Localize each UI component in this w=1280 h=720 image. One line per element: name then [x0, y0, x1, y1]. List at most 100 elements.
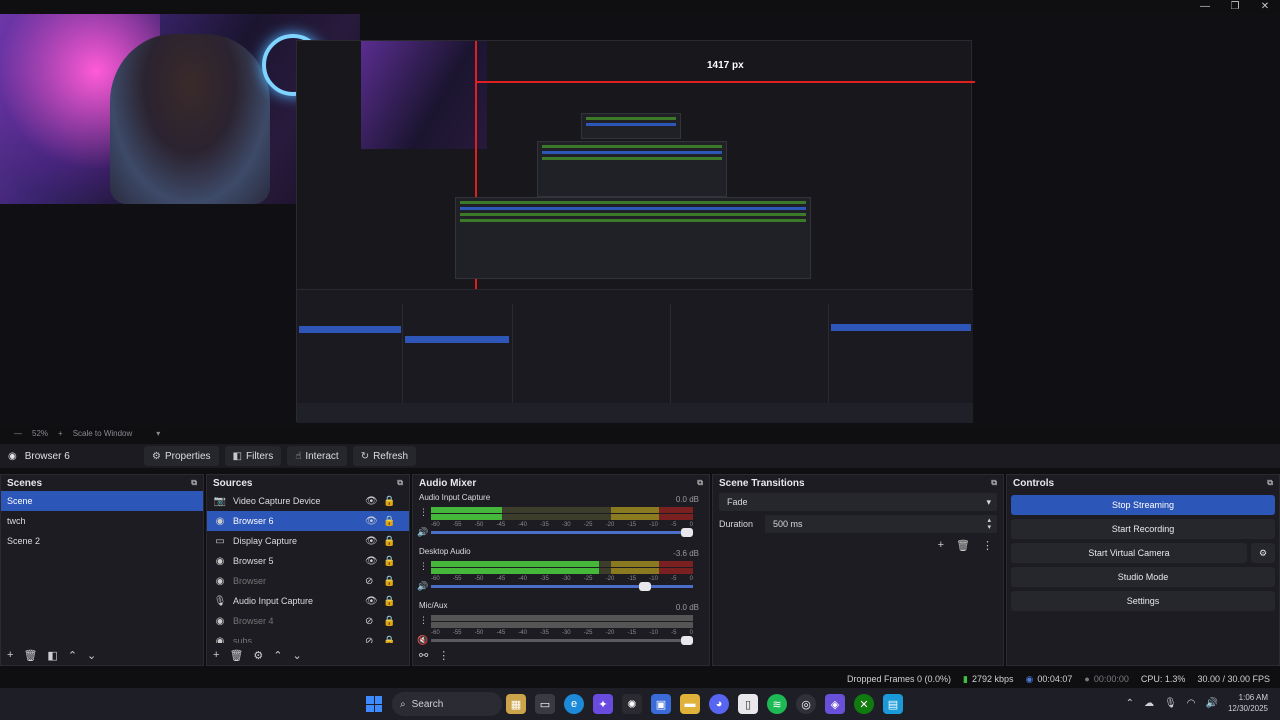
minimize-icon[interactable]: —	[1190, 0, 1220, 14]
obs-icon[interactable]: ◎	[796, 694, 816, 714]
clock[interactable]: 1:06 AM 12/30/2025	[1228, 692, 1268, 714]
source-item[interactable]: ▭ Display Capture 👁 🔒	[207, 531, 409, 551]
mic-icon[interactable]: 🎙	[1164, 698, 1177, 709]
speaker-icon[interactable]: 🔊	[1206, 698, 1218, 709]
speaker-icon[interactable]: 🔊	[417, 527, 428, 538]
speaker-icon[interactable]: 🔊	[417, 581, 428, 592]
source-item[interactable]: 📷 Video Capture Device 👁 🔒	[207, 491, 409, 511]
volume-slider[interactable]	[431, 636, 693, 645]
chevron-up-icon[interactable]: ⌃	[68, 649, 77, 662]
eye-icon[interactable]: 👁	[365, 496, 378, 507]
duration-input[interactable]: 500 ms ▴ ▾	[765, 515, 997, 533]
volume-knob[interactable]	[681, 636, 693, 645]
source-item[interactable]: ◉ Browser ⊘ 🔒	[207, 571, 409, 591]
trash-icon[interactable]: 🗑	[229, 649, 243, 662]
eye-hidden-icon[interactable]: ⊘	[365, 616, 373, 627]
menu-icon[interactable]: ⋮	[419, 561, 428, 572]
menu-icon[interactable]: ⋮	[419, 615, 428, 626]
eye-icon[interactable]: 👁	[365, 556, 378, 567]
properties-button[interactable]: ⚙ Properties	[144, 446, 219, 466]
chevron-down-icon[interactable]: ⌄	[87, 649, 96, 662]
menu-icon[interactable]: ⋮	[419, 507, 428, 518]
popout-icon[interactable]: ⧉	[1267, 478, 1273, 488]
eye-icon[interactable]: 👁	[365, 536, 378, 547]
app-blue-icon[interactable]: ▤	[883, 694, 903, 714]
start-recording-button[interactable]: Start Recording	[1011, 519, 1275, 539]
discord-icon[interactable]: ◕	[709, 694, 729, 714]
eye-icon[interactable]: 👁	[365, 596, 378, 607]
source-item[interactable]: 🎙 Audio Input Capture 👁 🔒	[207, 591, 409, 611]
volume-slider[interactable]	[431, 528, 693, 537]
chevron-down-icon[interactable]: ⌄	[293, 649, 302, 662]
popout-icon[interactable]: ⧉	[991, 478, 997, 488]
store-icon[interactable]: ▣	[651, 694, 671, 714]
trash-icon[interactable]: 🗑	[956, 539, 970, 552]
chevron-up-icon[interactable]: ⌃	[1126, 698, 1134, 709]
volume-slider[interactable]	[431, 582, 693, 591]
filters-button[interactable]: ◧ Filters	[224, 446, 282, 466]
cloud-icon[interactable]: ☁	[1144, 698, 1154, 709]
refresh-button[interactable]: ↻ Refresh	[352, 446, 417, 466]
program-preview[interactable]: 1417 px	[0, 14, 1280, 426]
link-icon[interactable]: ⚯	[419, 649, 428, 662]
stop-streaming-button[interactable]: Stop Streaming	[1011, 495, 1275, 515]
menu-icon[interactable]: ⋮	[982, 539, 993, 552]
spotify-icon[interactable]: ≋	[767, 694, 787, 714]
filter-icon[interactable]: ◧	[47, 649, 57, 662]
scale-to-window[interactable]: Scale to Window	[73, 429, 133, 438]
add-icon[interactable]: +	[7, 649, 13, 661]
start-virtual-camera-button[interactable]: Start Virtual Camera	[1011, 543, 1247, 563]
file-icon[interactable]: ▯	[738, 694, 758, 714]
eye-icon[interactable]: 👁	[365, 516, 378, 527]
task-view-icon[interactable]: ▭	[535, 694, 555, 714]
app-icon[interactable]: ◈	[825, 694, 845, 714]
xbox-icon[interactable]: ✕	[854, 694, 874, 714]
restore-icon[interactable]: ❐	[1220, 0, 1250, 14]
lock-icon[interactable]: 🔒	[383, 616, 395, 627]
lock-icon[interactable]: 🔒	[383, 596, 395, 607]
start-icon[interactable]	[366, 696, 382, 712]
chevron-down-icon[interactable]: ▾	[156, 429, 160, 438]
folder-icon[interactable]: ▬	[680, 694, 700, 714]
popout-icon[interactable]: ⧉	[397, 478, 403, 488]
lock-icon[interactable]: 🔒	[383, 636, 395, 644]
source-item[interactable]: ◉ Browser 4 ⊘ 🔒	[207, 611, 409, 631]
settings-button[interactable]: Settings	[1011, 591, 1275, 611]
taskbar-search[interactable]: ⌕ Search	[392, 692, 502, 716]
spinner-icon[interactable]: ▴ ▾	[987, 517, 991, 531]
eye-hidden-icon[interactable]: ⊘	[365, 636, 373, 644]
close-icon[interactable]: ✕	[1250, 0, 1280, 14]
edge-icon[interactable]: e	[564, 694, 584, 714]
scene-item[interactable]: twch	[1, 511, 203, 531]
popout-icon[interactable]: ⧉	[191, 478, 197, 488]
copilot-icon[interactable]: ✦	[593, 694, 613, 714]
virtual-camera-settings-button[interactable]: ⚙	[1251, 543, 1275, 563]
source-item[interactable]: ◉ subs ⊘ 🔒	[207, 631, 409, 644]
widgets-icon[interactable]: ▦	[506, 694, 526, 714]
eye-hidden-icon[interactable]: ⊘	[365, 576, 373, 587]
lock-icon[interactable]: 🔒	[383, 516, 395, 527]
lock-icon[interactable]: 🔒	[383, 536, 395, 547]
zoom-in-icon[interactable]: +	[58, 429, 63, 438]
source-item[interactable]: ◉ Browser 5 👁 🔒	[207, 551, 409, 571]
lock-icon[interactable]: 🔒	[383, 576, 395, 587]
add-icon[interactable]: +	[938, 539, 944, 552]
add-icon[interactable]: +	[213, 649, 219, 661]
menu-icon[interactable]: ⋮	[438, 649, 449, 662]
volume-knob[interactable]	[638, 582, 651, 591]
popout-icon[interactable]: ⧉	[697, 478, 703, 488]
trash-icon[interactable]: 🗑	[23, 649, 37, 662]
studio-mode-button[interactable]: Studio Mode	[1011, 567, 1275, 587]
lock-icon[interactable]: 🔒	[383, 556, 395, 567]
chatgpt-icon[interactable]: ✺	[622, 694, 642, 714]
transition-select[interactable]: Fade ▾	[719, 493, 997, 511]
gear-icon[interactable]: ⚙	[253, 649, 263, 662]
interact-button[interactable]: ☝ Interact	[287, 446, 347, 466]
chevron-up-icon[interactable]: ⌃	[273, 649, 282, 662]
scene-item[interactable]: Scene	[1, 491, 203, 511]
source-item[interactable]: ◉ Browser 6 👁 🔒	[207, 511, 409, 531]
wifi-icon[interactable]: ◠	[1187, 698, 1196, 709]
lock-icon[interactable]: 🔒	[383, 496, 395, 507]
volume-knob[interactable]	[681, 528, 693, 537]
scene-item[interactable]: Scene 2	[1, 531, 203, 551]
